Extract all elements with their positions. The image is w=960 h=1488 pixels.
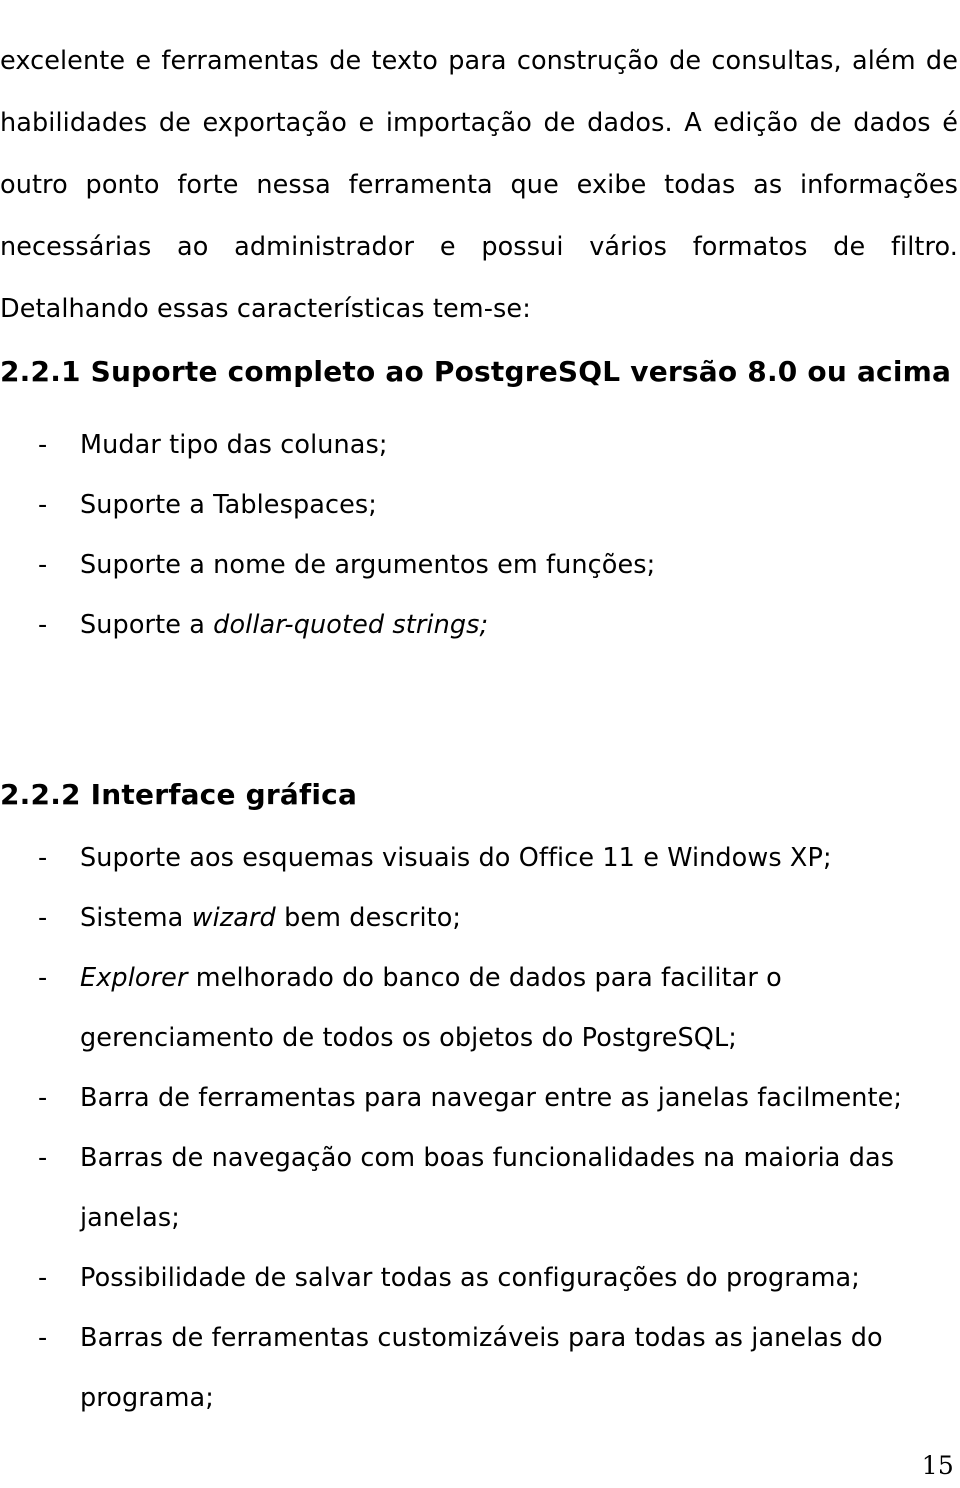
list-item-text: Barras de ferramentas customizáveis para…: [80, 1323, 883, 1413]
list-item-text-tail: bem descrito;: [275, 903, 462, 933]
list-item-text: Suporte a nome de argumentos em funções;: [80, 550, 656, 580]
list-item: - Sistema wizard bem descrito;: [0, 888, 960, 948]
list-item: - Suporte a dollar-quoted strings;: [0, 595, 960, 655]
page-number: 15: [921, 1451, 954, 1480]
list-item: - Mudar tipo das colunas;: [0, 415, 960, 475]
list-item: - Suporte a nome de argumentos em funçõe…: [0, 535, 960, 595]
list-item: - Barras de navegação com boas funcional…: [0, 1128, 960, 1248]
list-item-text: Sistema: [80, 903, 192, 933]
list-item-text: Mudar tipo das colunas;: [80, 430, 388, 460]
bullet-dash-icon: -: [38, 490, 48, 520]
bullet-dash-icon: -: [38, 843, 48, 873]
bullet-list-section-2-2-2: - Suporte aos esquemas visuais do Office…: [0, 828, 960, 1428]
list-item: - Possibilidade de salvar todas as confi…: [0, 1248, 960, 1308]
list-item-text: Possibilidade de salvar todas as configu…: [80, 1263, 860, 1293]
bullet-dash-icon: -: [38, 903, 48, 933]
bullet-dash-icon: -: [38, 1263, 48, 1293]
list-item-text: Suporte a Tablespaces;: [80, 490, 377, 520]
list-item: - Suporte a Tablespaces;: [0, 475, 960, 535]
list-item: - Barra de ferramentas para navegar entr…: [0, 1068, 960, 1128]
list-item: - Barras de ferramentas customizáveis pa…: [0, 1308, 960, 1428]
bullet-dash-icon: -: [38, 1143, 48, 1173]
list-item-text: Barra de ferramentas para navegar entre …: [80, 1083, 903, 1113]
bullet-dash-icon: -: [38, 1083, 48, 1113]
bullet-dash-icon: -: [38, 610, 48, 640]
bullet-list-section-2-2-1: - Mudar tipo das colunas; - Suporte a Ta…: [0, 415, 960, 655]
list-item: - Explorer melhorado do banco de dados p…: [0, 948, 960, 1068]
bullet-dash-icon: -: [38, 550, 48, 580]
bullet-dash-icon: -: [38, 963, 48, 993]
bullet-dash-icon: -: [38, 1323, 48, 1353]
list-item-emphasis: wizard: [191, 903, 276, 933]
list-item-text: Barras de navegação com boas funcionalid…: [80, 1143, 895, 1233]
document-page: excelente e ferramentas de texto para co…: [0, 0, 960, 1488]
list-item-text: Suporte a: [80, 610, 214, 640]
section-heading-2-2-2: 2.2.2 Interface gráfica: [0, 778, 358, 812]
bullet-dash-icon: -: [38, 430, 48, 460]
list-item-text: Suporte aos esquemas visuais do Office 1…: [80, 843, 832, 873]
body-paragraph: excelente e ferramentas de texto para co…: [0, 45, 958, 324]
section-heading-2-2-1: 2.2.1 Suporte completo ao PostgreSQL ver…: [0, 355, 952, 389]
list-item: - Suporte aos esquemas visuais do Office…: [0, 828, 960, 888]
list-item-emphasis: Explorer: [80, 963, 188, 993]
list-item-emphasis: dollar-quoted strings;: [213, 610, 489, 640]
